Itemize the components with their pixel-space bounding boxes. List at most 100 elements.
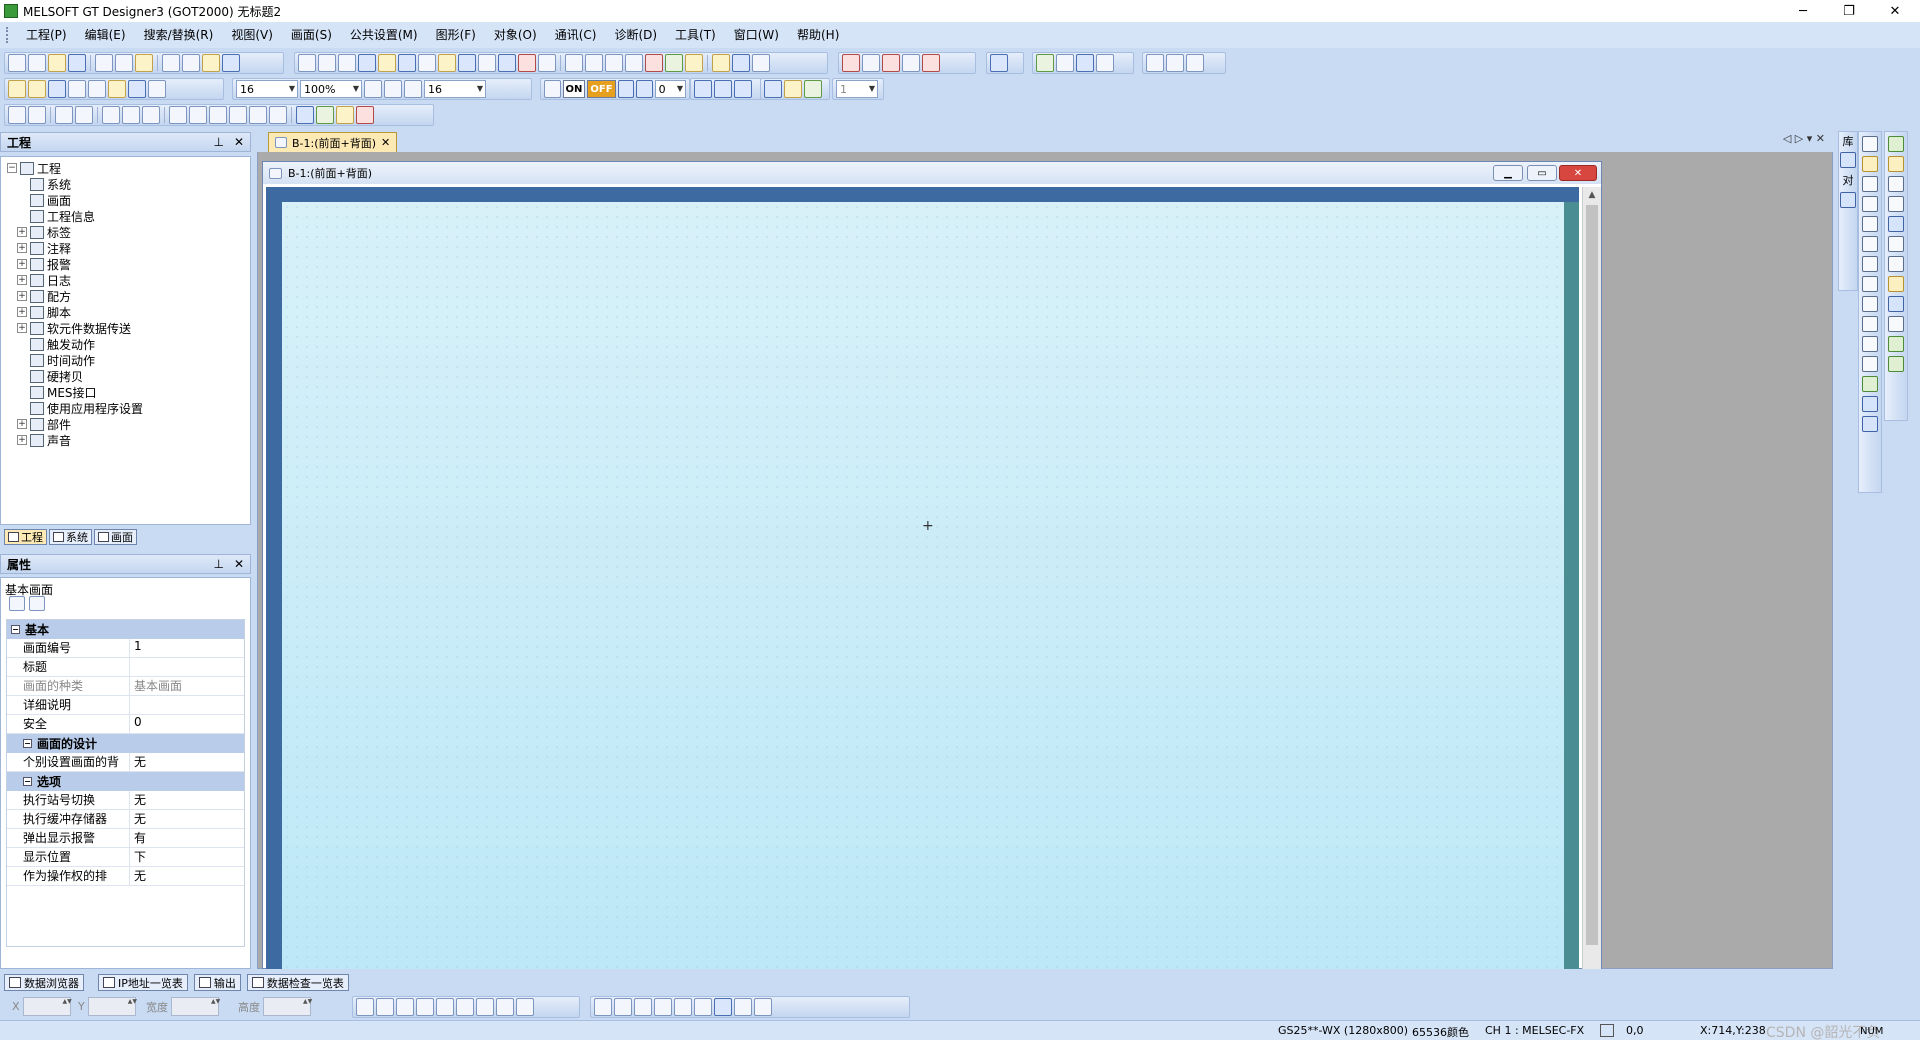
- shrink-icon[interactable]: [75, 106, 93, 124]
- rotate-left-icon[interactable]: [169, 106, 187, 124]
- dxf-icon[interactable]: [1862, 416, 1878, 432]
- save-icon[interactable]: [68, 54, 86, 72]
- open-folder-icon[interactable]: [48, 54, 66, 72]
- rotate-right-icon[interactable]: [189, 106, 207, 124]
- property-value[interactable]: 0: [130, 715, 244, 733]
- layer-back-icon[interactable]: [784, 80, 802, 98]
- line-icon[interactable]: [1862, 176, 1878, 192]
- alarm-display-icon[interactable]: [1888, 276, 1904, 292]
- property-row[interactable]: 详细说明: [7, 696, 244, 715]
- piping-icon[interactable]: [1862, 356, 1878, 372]
- library-icon[interactable]: [1840, 152, 1856, 168]
- tree-item[interactable]: + 声音: [1, 432, 250, 448]
- expand-icon[interactable]: +: [17, 259, 27, 269]
- abc-text-icon[interactable]: [752, 54, 770, 72]
- device-id-icon[interactable]: [734, 80, 752, 98]
- zoom-select[interactable]: 100% ▼: [300, 80, 362, 98]
- keyboard-icon[interactable]: [544, 80, 561, 98]
- bring-front-icon[interactable]: [102, 106, 120, 124]
- collapse-icon[interactable]: −: [23, 777, 32, 786]
- zoom-area-icon[interactable]: [148, 80, 166, 98]
- property-value[interactable]: [130, 696, 244, 714]
- cut-icon[interactable]: [95, 54, 113, 72]
- read-from-got-icon[interactable]: [862, 54, 880, 72]
- tree-item[interactable]: + 日志: [1, 272, 250, 288]
- tree-item[interactable]: + 报警: [1, 256, 250, 272]
- new-item-icon[interactable]: [8, 80, 26, 98]
- save-item-icon[interactable]: [48, 80, 66, 98]
- sector-icon[interactable]: [1862, 296, 1878, 312]
- tree-item[interactable]: + 注释: [1, 240, 250, 256]
- property-value[interactable]: 无: [130, 867, 244, 885]
- new-file-icon[interactable]: [8, 54, 26, 72]
- tree-item[interactable]: MES接口: [1, 384, 250, 400]
- polyline-icon[interactable]: [1862, 196, 1878, 212]
- screen-recipe-icon[interactable]: [538, 54, 556, 72]
- stretch-icon[interactable]: [55, 106, 73, 124]
- menu-diagnostics[interactable]: 诊断(D): [605, 25, 666, 45]
- bottom-tab[interactable]: 数据浏览器: [4, 974, 84, 991]
- help-icon[interactable]: [222, 54, 240, 72]
- document-tab[interactable]: B-1:(前面+背面) ✕: [268, 132, 398, 152]
- numeric-display-icon[interactable]: [1888, 176, 1904, 192]
- mdi-minimize-button[interactable]: ▁: [1493, 165, 1523, 181]
- window-fit-icon[interactable]: [605, 54, 623, 72]
- bottom-tab[interactable]: 输出: [193, 974, 241, 991]
- sort-alpha-icon[interactable]: [29, 596, 45, 611]
- property-row[interactable]: 弹出显示报警有: [7, 829, 244, 848]
- circle-icon[interactable]: [1862, 256, 1878, 272]
- property-value[interactable]: 下: [130, 848, 244, 866]
- paint-icon[interactable]: [1862, 376, 1878, 392]
- minimize-button[interactable]: ─: [1780, 0, 1826, 22]
- polygon-icon[interactable]: [1862, 236, 1878, 252]
- paste-icon[interactable]: [135, 54, 153, 72]
- lamp-icon[interactable]: [1888, 156, 1904, 172]
- redo-icon[interactable]: [182, 54, 200, 72]
- menu-common[interactable]: 公共设置(M): [341, 25, 427, 45]
- new-screen-icon[interactable]: [28, 54, 46, 72]
- library-1-icon[interactable]: [1146, 54, 1164, 72]
- tree-item[interactable]: 硬拷贝: [1, 368, 250, 384]
- simulator-stop-icon[interactable]: [1056, 54, 1074, 72]
- extra-object-icon[interactable]: [1888, 356, 1904, 372]
- graph-icon[interactable]: [1888, 316, 1904, 332]
- tree-item[interactable]: 触发动作: [1, 336, 250, 352]
- layer-both-icon[interactable]: [804, 80, 822, 98]
- collapse-icon[interactable]: −: [23, 739, 32, 748]
- window-palette-icon[interactable]: [665, 54, 683, 72]
- screen-property-icon[interactable]: [378, 54, 396, 72]
- menu-project[interactable]: 工程(P): [17, 25, 76, 45]
- screen-alarm-icon[interactable]: [498, 54, 516, 72]
- clock-icon[interactable]: [1888, 216, 1904, 232]
- property-category[interactable]: − 画面的设计: [7, 734, 244, 753]
- bottom-tab[interactable]: 数据检查一览表: [246, 974, 349, 991]
- expand-icon[interactable]: +: [17, 275, 27, 285]
- arrow-right-icon[interactable]: [636, 80, 653, 98]
- library-2-icon[interactable]: [1166, 54, 1184, 72]
- line-width-icon[interactable]: [614, 998, 632, 1016]
- table-icon[interactable]: [1862, 316, 1878, 332]
- expand-icon[interactable]: +: [17, 291, 27, 301]
- group-icon[interactable]: [8, 106, 26, 124]
- tree-item[interactable]: 系统: [1, 176, 250, 192]
- font-color-icon[interactable]: [714, 998, 732, 1016]
- menu-object[interactable]: 对象(O): [485, 25, 546, 45]
- switch-icon[interactable]: [1888, 136, 1904, 152]
- menu-search-replace[interactable]: 搜索/替换(R): [135, 25, 223, 45]
- bottom-tab[interactable]: IP地址一览表: [98, 974, 188, 991]
- window-cascade-icon[interactable]: [565, 54, 583, 72]
- tab-screen[interactable]: 画面: [94, 529, 137, 545]
- flip-v-icon[interactable]: [229, 106, 247, 124]
- distribute-h-icon[interactable]: [476, 998, 494, 1016]
- comment-label-icon[interactable]: [1862, 156, 1878, 172]
- collapse-icon[interactable]: −: [7, 163, 17, 173]
- lock-object-icon[interactable]: [142, 106, 160, 124]
- close-button[interactable]: ✕: [1872, 0, 1918, 22]
- screen-library-icon[interactable]: [438, 54, 456, 72]
- expand-icon[interactable]: +: [17, 227, 27, 237]
- select-pointer-icon[interactable]: [202, 54, 220, 72]
- property-row[interactable]: 画面的种类 基本画面: [7, 677, 244, 696]
- menu-window[interactable]: 窗口(W): [725, 25, 788, 45]
- height-field[interactable]: 高度: [238, 997, 311, 1016]
- tree-item[interactable]: + 部件: [1, 416, 250, 432]
